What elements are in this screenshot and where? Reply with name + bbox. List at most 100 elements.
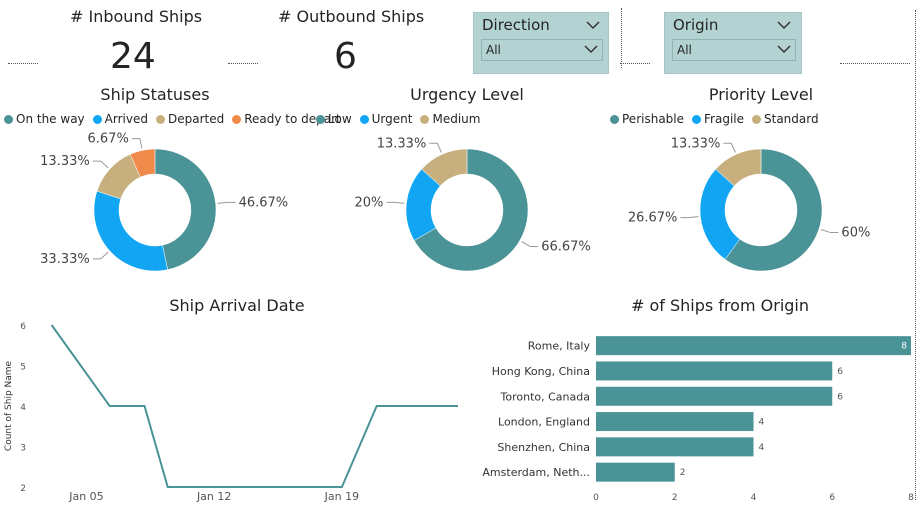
kpi-outbound-label: # Outbound Ships (278, 7, 425, 26)
x-tick-label: Jan 05 (68, 490, 103, 503)
leader-line (131, 138, 143, 149)
slice-data-label: 13.33% (377, 136, 427, 151)
x-tick-label: 8 (908, 493, 914, 503)
slice-data-label: 6.67% (88, 132, 129, 147)
leader-line (429, 142, 442, 153)
y-tick-label: 6 (20, 322, 26, 332)
direction-slicer[interactable]: Direction All (473, 12, 609, 74)
legend-label: Fragile (704, 112, 744, 126)
bar-data-label: 2 (680, 468, 686, 478)
category-label: Amsterdam, Neth... (482, 466, 590, 479)
y-axis-title: Count of Ship Name (4, 360, 14, 451)
slice-data-label: 20% (354, 195, 383, 210)
legend-item[interactable]: Urgent (359, 112, 412, 126)
slice-data-label: 13.33% (671, 136, 721, 151)
legend-item[interactable]: Perishable (610, 112, 684, 126)
slice-data-label: 60% (841, 226, 870, 241)
leader-line (723, 142, 736, 153)
series-line[interactable] (50, 324, 458, 488)
x-tick-label: 2 (672, 493, 678, 503)
urgency-level-legend: Low Urgent Medium (316, 112, 480, 126)
kpi-inbound-value: 24 (110, 36, 156, 77)
x-tick-label: 6 (829, 493, 835, 503)
legend-item[interactable]: On the way (4, 112, 85, 126)
y-tick-label: 2 (20, 484, 26, 494)
legend-dot-icon (232, 114, 242, 124)
leader-line (386, 201, 405, 204)
donut-slice[interactable] (154, 148, 217, 270)
ships-from-origin-title: # of Ships from Origin (631, 296, 809, 315)
slice-data-label: 66.67% (541, 240, 591, 255)
direction-slicer-title: Direction (482, 16, 550, 34)
urgency-level-donut: 66.67% 20% 13.33% (354, 136, 591, 272)
legend-label: Medium (432, 112, 481, 126)
category-label: Hong Kong, China (492, 365, 590, 378)
bar[interactable] (596, 412, 754, 432)
ship-statuses-legend: On the way Arrived Departed Ready to depart (4, 112, 341, 126)
legend-label: On the way (16, 112, 85, 126)
ships-from-origin-bar-chart: Rome, Italy 8 Hong Kong, China 6 Toronto, Ca… (482, 336, 914, 503)
slice-data-label: 26.67% (628, 211, 678, 226)
direction-dropdown[interactable]: All (481, 39, 603, 61)
origin-slicer[interactable]: Origin All (664, 12, 802, 74)
divider (621, 8, 622, 68)
leader-line (217, 201, 236, 204)
ship-statuses-donut: 46.67% 33.33% 13.33% 6.67% (40, 132, 289, 272)
priority-level-donut: 60% 26.67% 13.33% (628, 136, 870, 272)
bar[interactable] (596, 386, 833, 406)
bar-data-label: 6 (837, 392, 843, 402)
leader-line (92, 251, 109, 260)
chevron-down-icon[interactable] (584, 45, 598, 54)
legend-label: Standard (764, 112, 819, 126)
y-tick-label: 5 (20, 363, 26, 373)
leader-line (820, 228, 839, 234)
legend-item[interactable]: Arrived (92, 112, 148, 126)
bar[interactable] (596, 361, 833, 381)
kpi-inbound-label: # Inbound Ships (70, 7, 203, 26)
x-tick-label: 0 (593, 493, 599, 503)
bar-data-label: 4 (759, 443, 765, 453)
donut-slice[interactable] (93, 190, 168, 272)
y-tick-label: 4 (20, 403, 26, 413)
divider (620, 63, 650, 64)
legend-label: Arrived (104, 112, 148, 126)
ship-arrival-date-title: Ship Arrival Date (169, 296, 305, 315)
slice-data-label: 33.33% (40, 252, 90, 267)
legend-item[interactable]: Medium (420, 112, 480, 126)
chevron-down-icon[interactable] (777, 45, 791, 54)
legend-item[interactable]: Low (316, 112, 352, 126)
divider (8, 63, 38, 64)
x-tick-label: 4 (751, 493, 757, 503)
legend-dot-icon (4, 114, 13, 124)
legend-label: Perishable (622, 112, 685, 126)
legend-dot-icon (359, 114, 369, 124)
bar[interactable] (596, 462, 675, 482)
legend-item[interactable]: Standard (752, 112, 819, 126)
bar[interactable] (596, 437, 754, 457)
legend-dot-icon (610, 114, 619, 124)
slice-data-label: 46.67% (239, 195, 289, 210)
slice-data-label: 13.33% (40, 154, 90, 169)
category-label: Toronto, Canada (500, 390, 590, 403)
category-label: Shenzhen, China (497, 441, 590, 454)
legend-dot-icon (155, 114, 165, 124)
leader-line (680, 216, 699, 219)
legend-label: Departed (167, 112, 225, 126)
chevron-down-icon[interactable] (586, 21, 600, 30)
bar-data-label: 8 (901, 342, 907, 352)
legend-label: Low (328, 112, 352, 126)
category-label: Rome, Italy (528, 340, 591, 353)
legend-item[interactable]: Fragile (692, 112, 744, 126)
category-label: London, England (498, 416, 590, 429)
bar-data-label: 6 (837, 367, 843, 377)
leader-line (92, 160, 109, 169)
priority-level-legend: Perishable Fragile Standard (610, 112, 819, 126)
chevron-down-icon[interactable] (777, 21, 791, 30)
origin-selected-value: All (677, 43, 692, 57)
legend-dot-icon (692, 114, 702, 124)
divider (228, 63, 258, 64)
bar[interactable] (596, 336, 911, 356)
origin-dropdown[interactable]: All (672, 39, 796, 61)
legend-item[interactable]: Departed (155, 112, 225, 126)
ship-statuses-title: Ship Statuses (100, 85, 210, 104)
